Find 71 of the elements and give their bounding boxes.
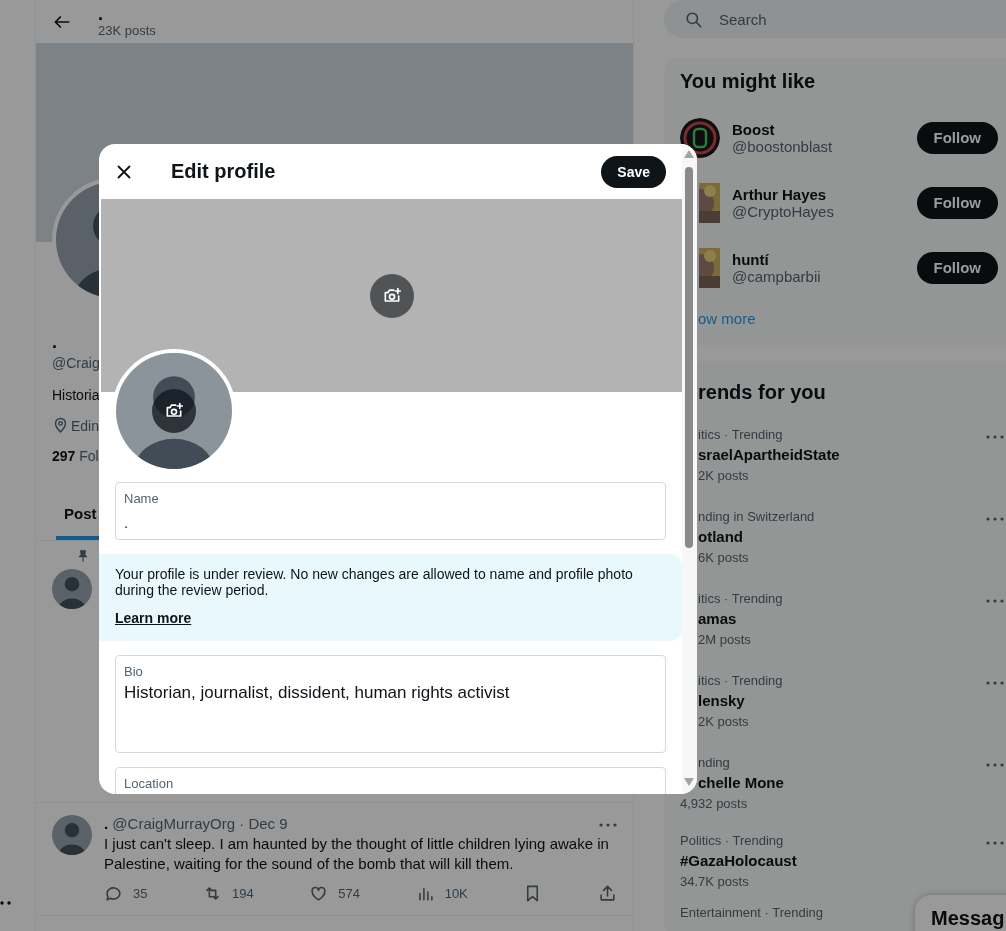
trend-name[interactable]: sraelApartheidState: [698, 446, 840, 463]
profile-handle: @Craig: [52, 355, 101, 371]
profile-name: .: [52, 332, 58, 353]
follow-button[interactable]: Follow: [916, 121, 998, 154]
action-count: 574: [338, 886, 361, 901]
more-icon[interactable]: [986, 681, 1004, 685]
author-name: .: [104, 815, 109, 832]
action-count: 194: [232, 886, 254, 901]
trend-category: nding in Switzerland: [698, 509, 815, 524]
profile-bio: Historia: [52, 387, 101, 403]
post-text: I just can't sleep. I am haunted by the thought of little children lying awake in Palestine, waiting for the sound of the bomb that will kill them.: [104, 834, 610, 874]
trend-name[interactable]: lensky: [698, 692, 745, 709]
text-field[interactable]: Location: [115, 767, 666, 794]
action-count: 10K: [444, 886, 468, 901]
scroll-up-icon[interactable]: [684, 150, 694, 158]
text-field[interactable]: Name .: [115, 482, 666, 540]
follow-button[interactable]: Follow: [916, 251, 998, 284]
account-handle: @campbarbii: [732, 267, 822, 285]
profile-location: Edin: [71, 417, 100, 434]
section-title: You might like: [679, 69, 817, 94]
more-icon[interactable]: [986, 435, 1004, 439]
more-icon[interactable]: [986, 841, 1004, 845]
trend-category: itics · Trending: [698, 591, 783, 606]
messages-drawer[interactable]: Messag: [915, 895, 1006, 931]
trend-name[interactable]: otland: [698, 528, 743, 545]
more-icon[interactable]: [599, 823, 617, 827]
profile-title: .: [98, 5, 104, 23]
trend-category: nding: [698, 755, 730, 770]
trend-category: itics · Trending: [698, 673, 783, 688]
share-icon: [598, 884, 617, 903]
text-area[interactable]: Bio Historian, journalist, dissident, human rights activist: [115, 655, 666, 753]
trend-name[interactable]: chelle Mone: [698, 774, 784, 791]
heart-icon: [309, 884, 329, 903]
account-name: huntí: [732, 250, 770, 268]
search-field[interactable]: Search: [664, 0, 1006, 38]
scrollbar-thumb[interactable]: [685, 167, 693, 548]
trend-category: Entertainment · Trending: [680, 905, 824, 920]
trend-post-count: 2K posts: [698, 714, 749, 729]
save-button[interactable]: Save: [601, 155, 666, 188]
trend-category: Politics · Trending: [680, 833, 784, 848]
trend-post-count: 2M posts: [698, 632, 751, 647]
account-handle: @CryptoHayes: [732, 202, 835, 220]
location-pin-icon: [52, 417, 69, 434]
trend-category: itics · Trending: [698, 427, 783, 442]
account-name: Boost: [732, 120, 776, 138]
notice-text: Your profile is under review. No new changes are allowed to name and profile photo during the review period.: [115, 566, 633, 598]
action-count: 35: [133, 886, 148, 901]
account-name: Arthur Hayes: [732, 185, 828, 203]
follow-button[interactable]: Follow: [916, 186, 998, 219]
more-icon[interactable]: [986, 517, 1004, 521]
more-icon[interactable]: [986, 599, 1004, 603]
avatar-icon: [52, 815, 92, 855]
account-handle: @boostonblast: [732, 137, 834, 155]
trend-post-count: 6K posts: [698, 550, 749, 565]
section-title: rends for you: [697, 380, 827, 405]
trend-post-count: 2K posts: [698, 468, 749, 483]
scroll-down-icon[interactable]: [684, 778, 694, 786]
trend-name[interactable]: amas: [698, 610, 737, 627]
more-icon[interactable]: [0, 901, 11, 905]
pin-icon: [76, 549, 90, 563]
trend-post-count: 4,932 posts: [680, 796, 748, 811]
learn-more-link[interactable]: Learn more: [115, 610, 192, 626]
search-icon: [684, 9, 703, 29]
post-count: 23K posts: [98, 23, 156, 38]
dialog-title: Edit profile: [171, 160, 277, 183]
trend-post-count: 34.7K posts: [680, 874, 749, 889]
more-icon[interactable]: [986, 763, 1004, 767]
trend-name[interactable]: #GazaHolocaust: [680, 852, 797, 869]
reply-icon: [104, 884, 123, 903]
post-meta: @CraigMurrayOrg · Dec 9: [112, 815, 288, 832]
avatar-icon: [52, 569, 92, 609]
